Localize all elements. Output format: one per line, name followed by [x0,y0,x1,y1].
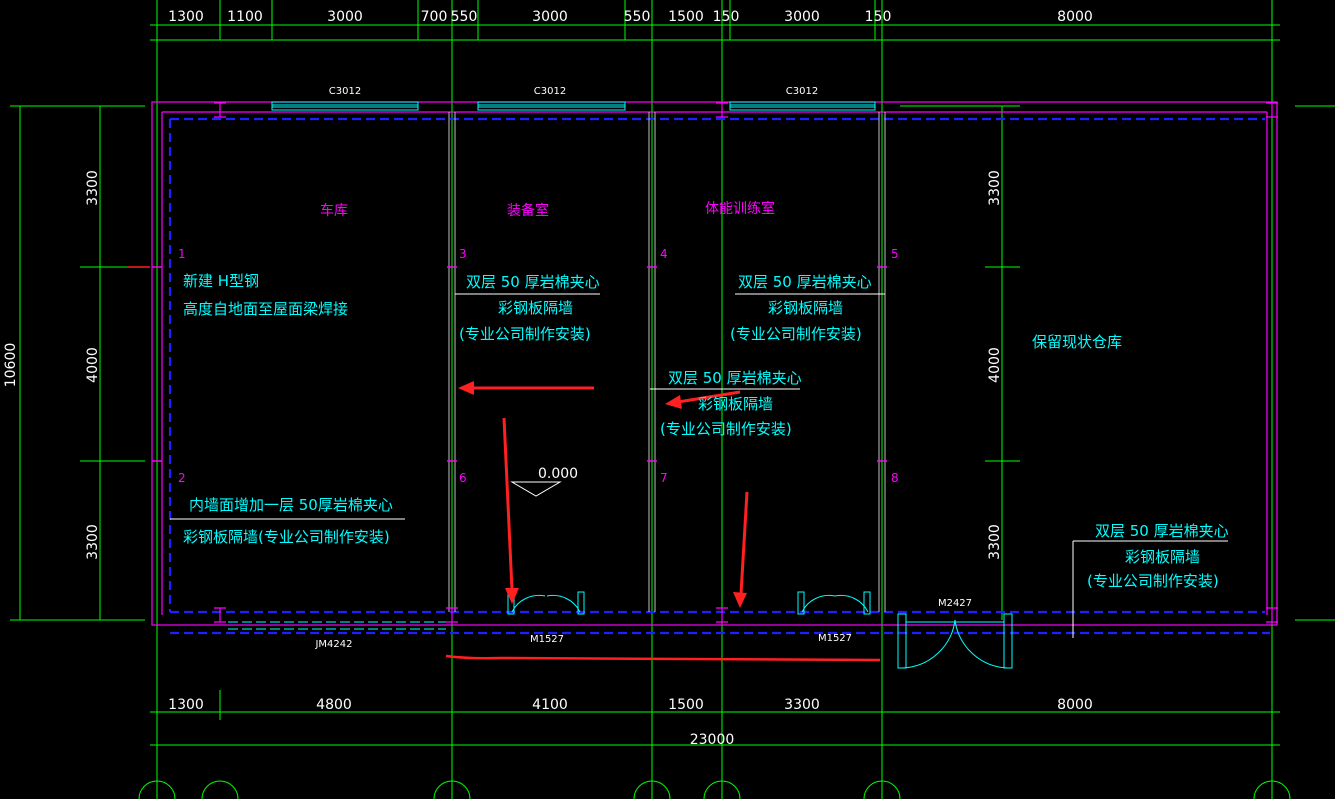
door-tag-4: M2427 [938,598,972,609]
dim-top-9: 150 [713,9,740,25]
room-warehouse: 保留现状仓库 [1032,333,1122,351]
col-num-8: 8 [891,471,899,485]
bottom-dimensions: 1300 4800 4100 1500 3300 8000 23000 [168,697,1093,748]
note-wall-b-2: 彩钢板隔墙 [768,299,843,317]
dim-bottom-6: 8000 [1057,697,1093,713]
doors [228,591,1013,669]
window-tag-3: C3012 [786,86,818,97]
col-num-7: 7 [660,471,668,485]
dim-left-2: 4000 [85,347,101,383]
note-wall-a-1: 双层 50 厚岩棉夹心 [466,273,600,291]
dim-left-1: 3300 [85,170,101,206]
dim-bottom-5: 3300 [784,697,820,713]
room-equipment: 装备室 [507,202,549,219]
dim-top-2: 1100 [227,9,263,25]
note-inner-1: 内墙面增加一层 50厚岩棉夹心 [189,496,393,514]
col-num-4: 4 [660,247,668,261]
grid-bubbles [138,780,1291,799]
note-wall-c-2: 彩钢板隔墙 [698,395,773,413]
note-wall-c-3: (专业公司制作安装) [660,420,792,438]
room-training: 体能训练室 [705,200,775,217]
note-wall-b-1: 双层 50 厚岩棉夹心 [738,273,872,291]
note-wall-d-2: 彩钢板隔墙 [1125,548,1200,566]
partition-walls [448,112,886,612]
note-wall-a-2: 彩钢板隔墙 [498,299,573,317]
note-wall-c-1: 双层 50 厚岩棉夹心 [668,369,802,387]
dim-right-2: 4000 [987,347,1003,383]
notes: 新建 H型钢 高度自地面至屋面梁焊接 双层 50 厚岩棉夹心 彩钢板隔墙 (专业… [183,272,1229,590]
col-num-6: 6 [459,471,467,485]
col-num-1: 1 [178,247,186,261]
dim-total: 23000 [690,732,735,748]
room-garage: 车库 [320,202,348,219]
cad-drawing: 1300 1100 3000 700 550 3000 550 1500 150… [3,0,1335,799]
door-tag-3: M1527 [818,633,852,644]
dim-bottom-1: 1300 [168,697,204,713]
window-tags: C3012 C3012 C3012 [329,86,818,97]
dim-top-3: 3000 [327,9,363,25]
dim-top-4: 700 [421,9,448,25]
dim-bottom-4: 1500 [668,697,704,713]
dim-top-7: 550 [624,9,651,25]
dim-left-total: 10600 [3,343,19,388]
left-dimensions: 3300 4000 3300 10600 [3,170,101,560]
dim-top-8: 1500 [668,9,704,25]
col-num-3: 3 [459,247,467,261]
note-wall-a-3: (专业公司制作安装) [459,325,591,343]
dim-right-1: 3300 [987,170,1003,206]
door-tag-1: JM4242 [314,639,352,650]
door-tag-2: M1527 [530,634,564,645]
dim-top-11: 150 [865,9,892,25]
elevation-label: 0.000 [538,466,578,482]
dim-right-3: 3300 [987,524,1003,560]
windows-top [271,101,1020,111]
note-steel-2: 高度自地面至屋面梁焊接 [183,300,348,318]
dim-top-10: 3000 [784,9,820,25]
dim-top-6: 3000 [532,9,568,25]
note-wall-d-1: 双层 50 厚岩棉夹心 [1095,522,1229,540]
note-steel-1: 新建 H型钢 [183,272,259,290]
dim-bottom-2: 4800 [316,697,352,713]
col-num-2: 2 [178,471,186,485]
note-wall-b-3: (专业公司制作安装) [730,325,862,343]
top-dimensions: 1300 1100 3000 700 550 3000 550 1500 150… [168,9,1093,25]
note-wall-d-3: (专业公司制作安装) [1087,572,1219,590]
dim-top-1: 1300 [168,9,204,25]
dim-top-12: 8000 [1057,9,1093,25]
outer-walls [151,101,1278,626]
note-inner-2: 彩钢板隔墙(专业公司制作安装) [183,528,390,546]
window-tag-2: C3012 [534,86,566,97]
dim-left-3: 3300 [85,524,101,560]
dim-top-5: 550 [451,9,478,25]
door-tags: JM4242 M1527 M1527 M2427 [314,598,972,650]
window-tag-1: C3012 [329,86,361,97]
dim-bottom-3: 4100 [532,697,568,713]
col-num-5: 5 [891,247,899,261]
right-dimensions: 3300 4000 3300 [987,170,1003,560]
